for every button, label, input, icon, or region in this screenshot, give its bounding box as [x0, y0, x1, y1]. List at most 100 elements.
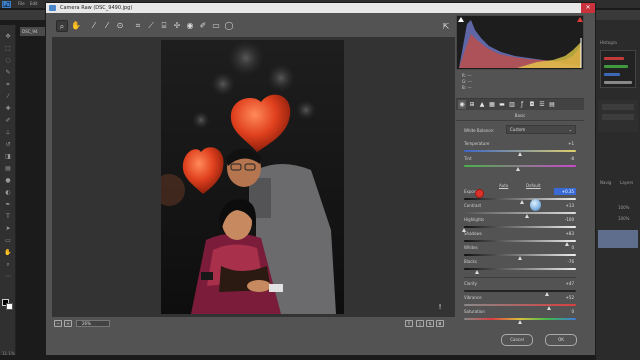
slider-thumb[interactable] [518, 320, 522, 324]
ok-button[interactable]: OK [545, 334, 577, 346]
move-tool-icon[interactable]: ✥ [3, 33, 13, 41]
straighten-tool-icon[interactable]: ⟋ [145, 20, 157, 32]
slider-value[interactable]: +47 [554, 280, 576, 287]
histogram-panel-tab[interactable]: Histogra [600, 40, 617, 45]
zoom-tool-icon[interactable]: ⌕ [56, 20, 68, 32]
eraser-tool-icon[interactable]: ◨ [3, 153, 13, 161]
camera-raw-dialog: Camera Raw (DSC_9490.jpg) ✕ ⌕ ✋ ⁄ ⁄ ⊙ ⌗ … [45, 2, 596, 356]
slider-thumb[interactable] [547, 306, 552, 310]
fx-tab-icon[interactable]: ƒ [518, 100, 526, 109]
slider-value[interactable]: +83 [554, 230, 576, 237]
shadows-slider-track[interactable] [464, 240, 576, 242]
slider-value[interactable]: -8 [554, 155, 576, 162]
hand-tool-icon[interactable]: ✋ [3, 249, 13, 257]
default-button[interactable]: Default [526, 183, 541, 188]
camera-calibration-tab-icon[interactable]: ◘ [528, 100, 536, 109]
blacks-slider-track[interactable] [464, 268, 576, 270]
radial-filter-icon[interactable]: ◯ [223, 20, 235, 32]
highlight-clipping-warning-icon[interactable] [577, 17, 583, 22]
stamp-tool-icon[interactable]: ⊥ [3, 129, 13, 137]
gradient-tool-icon[interactable]: ▤ [3, 165, 13, 173]
white-balance-tool-icon[interactable]: ⁄ [88, 20, 100, 32]
toggle-defaults-icon[interactable]: ⌸ [436, 320, 444, 327]
blur-tool-icon[interactable]: ● [3, 177, 13, 185]
slider-value[interactable]: 0 [554, 308, 576, 315]
red-eye-icon[interactable]: ◉ [184, 20, 196, 32]
clarity-slider-track[interactable] [464, 290, 576, 292]
opacity-value[interactable]: 100% [618, 205, 629, 210]
slider-thumb[interactable] [544, 292, 549, 296]
shadow-clipping-warning-icon[interactable] [458, 17, 464, 22]
crop-tool-icon[interactable]: ⌗ [132, 20, 144, 32]
more-tools-icon[interactable]: ⋯ [3, 273, 13, 281]
rgb-readout-b-row: B: --- [462, 85, 472, 91]
fill-value[interactable]: 100% [618, 216, 629, 221]
brush-tool-icon[interactable]: ✐ [3, 117, 13, 125]
dodge-tool-icon[interactable]: ◐ [3, 189, 13, 197]
layer-row-selected[interactable] [598, 230, 638, 248]
slider-value[interactable]: 0 [554, 244, 576, 251]
slider-thumb[interactable] [518, 152, 522, 156]
hsl-tab-icon[interactable]: ▦ [488, 100, 496, 109]
split-toning-tab-icon[interactable]: ▬ [498, 100, 506, 109]
slider-value[interactable]: +0.35 [554, 188, 576, 195]
menu-edit[interactable]: Edit [30, 1, 38, 6]
lens-corrections-tab-icon[interactable]: ▥ [508, 100, 516, 109]
close-icon[interactable]: ✕ [581, 3, 595, 13]
before-after-icon[interactable]: ▯ [416, 320, 424, 327]
hand-tool-icon[interactable]: ✋ [70, 20, 82, 32]
graduated-filter-icon[interactable]: ▭ [210, 20, 222, 32]
background-color-swatch[interactable] [6, 303, 13, 310]
path-select-icon[interactable]: ➤ [3, 225, 13, 233]
cancel-button[interactable]: Cancel [501, 334, 533, 346]
tone-curve-tab-icon[interactable]: ⊞ [468, 100, 476, 109]
slider-thumb[interactable] [524, 214, 529, 218]
zoom-level-select[interactable]: 26% [76, 320, 110, 327]
open-preferences-icon[interactable]: ⇱ [439, 21, 453, 33]
lasso-tool-icon[interactable]: ◌ [3, 57, 13, 65]
targeted-adjustment-icon[interactable]: ⊙ [114, 20, 126, 32]
fit-view-icon[interactable]: − [54, 320, 62, 327]
slider-value[interactable]: +52 [554, 294, 576, 301]
highlights-slider-track[interactable] [464, 226, 576, 228]
auto-button[interactable]: Auto [499, 183, 508, 188]
color-sampler-icon[interactable]: ⁄ [101, 20, 113, 32]
spot-removal-icon[interactable]: ✢ [171, 20, 183, 32]
transform-tool-icon[interactable]: ⌸ [158, 20, 170, 32]
slider-value[interactable]: +13 [554, 202, 576, 209]
slider-value[interactable]: -76 [554, 258, 576, 265]
slider-value[interactable]: +1 [554, 140, 576, 147]
pen-tool-icon[interactable]: ✒ [3, 201, 13, 209]
quick-select-icon[interactable]: ✎ [3, 69, 13, 77]
snapshots-tab-icon[interactable]: ▤ [548, 100, 556, 109]
preview-mode-icon[interactable]: Y [405, 320, 413, 327]
slider-thumb[interactable] [515, 167, 520, 171]
history-brush-icon[interactable]: ↺ [3, 141, 13, 149]
shape-tool-icon[interactable]: ▭ [3, 237, 13, 245]
marquee-tool-icon[interactable]: ⬚ [3, 45, 13, 53]
info-icon[interactable]: ! [437, 303, 443, 311]
presets-tab-icon[interactable]: ☰ [538, 100, 546, 109]
slider-thumb[interactable] [520, 200, 525, 204]
type-tool-icon[interactable]: T [3, 213, 13, 221]
document-tab[interactable]: DSC_94 [20, 27, 46, 36]
vibrance-slider-track[interactable] [464, 304, 576, 306]
eyedropper-tool-icon[interactable]: ⁄ [3, 93, 13, 101]
menu-file[interactable]: File [18, 1, 25, 6]
zoom-in-icon[interactable]: + [64, 320, 72, 327]
detail-tab-icon[interactable]: ▲ [478, 100, 486, 109]
slider-thumb[interactable] [518, 256, 522, 260]
tint-slider-track[interactable] [464, 165, 576, 167]
slider-thumb[interactable] [475, 270, 480, 274]
navigator-panel-tab[interactable]: Navig [600, 180, 611, 185]
contrast-slider-track[interactable] [464, 212, 576, 214]
slider-value[interactable]: -100 [554, 216, 576, 223]
adjustment-brush-icon[interactable]: ✐ [197, 20, 209, 32]
white-balance-select[interactable]: Custom ⌄ [506, 125, 576, 134]
layers-panel-tab[interactable]: Layers [620, 180, 633, 185]
swap-settings-icon[interactable]: ⇅ [426, 320, 434, 327]
basic-tab-icon[interactable]: ◉ [458, 100, 466, 109]
healing-tool-icon[interactable]: ✚ [3, 105, 13, 113]
zoom-tool-icon[interactable]: ⌕ [3, 261, 13, 269]
crop-tool-icon[interactable]: ⌗ [3, 81, 13, 89]
